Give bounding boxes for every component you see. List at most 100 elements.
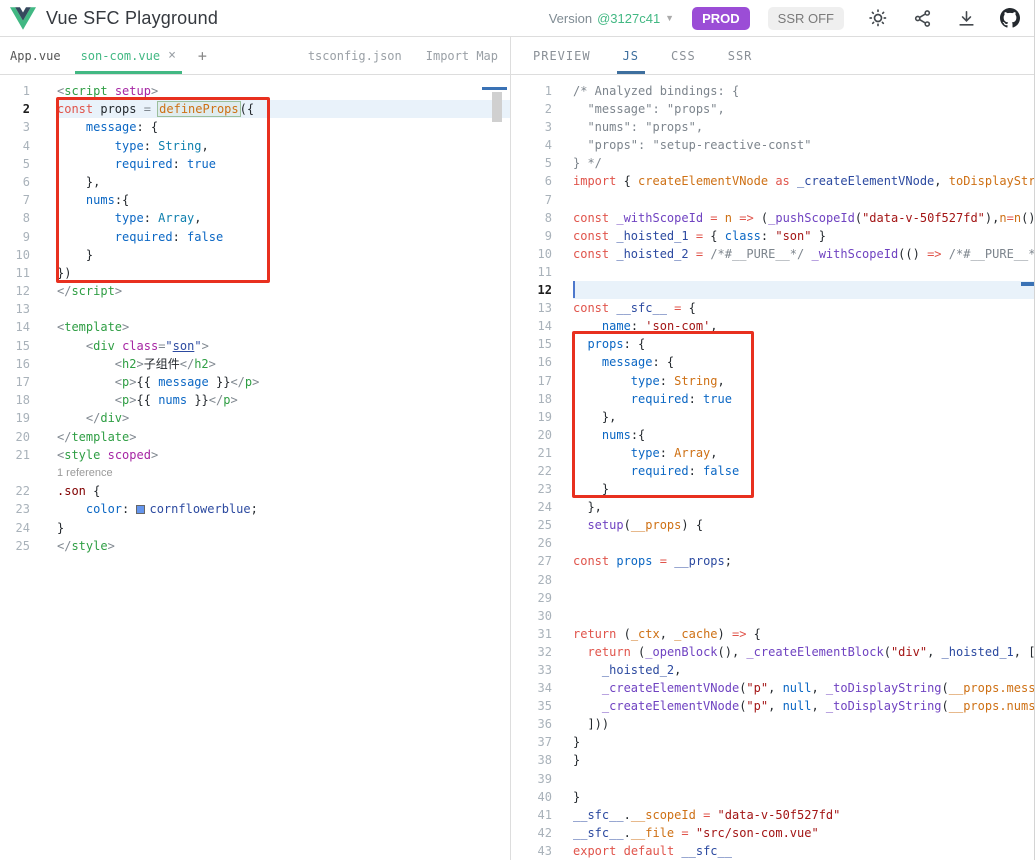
code-line[interactable]: 8 const _withScopeId = n => (_pushScopeId… [511,209,1034,227]
code-line[interactable]: 23 } [511,480,1034,498]
code-line[interactable]: 4 "props": "setup-reactive-const" [511,136,1034,154]
code-line[interactable]: 26 [511,534,1034,552]
code-line[interactable]: 1 /* Analyzed bindings: { [511,82,1034,100]
code-line[interactable]: 7 [511,191,1034,209]
code-line[interactable]: 34 _createElementVNode ("p", null, _toDis… [511,679,1034,697]
code-line[interactable]: 38} [511,751,1034,769]
download-button[interactable] [956,8,976,28]
code-lens[interactable]: 1 reference [0,464,510,482]
code-text: setup(__props) { [573,516,1034,534]
code-line[interactable]: 25 </style> [0,537,510,555]
code-line[interactable]: 35 _createElementVNode ("p", null, _toDis… [511,697,1034,715]
scrollbar-slider[interactable] [492,92,502,122]
compiled-js-editor[interactable]: 1 /* Analyzed bindings: {2 "message": "pr… [511,75,1034,860]
code-line[interactable]: 20 nums:{ [511,426,1034,444]
code-line[interactable]: 2 const props = defineProps({ [0,100,510,119]
code-token: = [681,825,689,840]
code-line[interactable]: 41 __sfc__.__scopeId = "data-v-50f527fd" [511,806,1034,824]
code-line[interactable]: 31 return (_ctx, _cache) => { [511,625,1034,643]
code-line[interactable]: 24 }, [511,498,1034,516]
code-token: } [573,482,610,497]
code-line[interactable]: 12 </script> [0,282,510,300]
code-line[interactable]: 6 }, [0,173,510,191]
source-editor[interactable]: 1 <script setup> 2 const props = defineProp… [0,75,510,860]
code-line[interactable]: 30 [511,607,1034,625]
code-line[interactable]: 10 const _hoisted_2 = /*#__PURE__*/ _with… [511,245,1034,263]
code-line[interactable]: 19 }, [511,408,1034,426]
code-line[interactable]: 10 } [0,246,510,264]
code-line[interactable]: 4 type: String, [0,137,510,155]
code-line[interactable]: 25 setup(__props) { [511,516,1034,534]
code-line[interactable]: 2 "message": "props", [511,100,1034,118]
version-dropdown[interactable]: Version @3127c41 ▼ [549,11,674,26]
file-tab-son-com-vue[interactable]: son-com.vue × [71,37,186,74]
tab-tsconfig-json[interactable]: tsconfig.json [296,37,414,74]
code-line[interactable]: 28 [511,571,1034,589]
code-line[interactable]: 12 [511,281,1034,300]
code-line[interactable]: 22 required: false [511,462,1034,480]
code-line[interactable]: 16 <h2>子组件</h2> [0,355,510,373]
code-token: ), [984,210,1000,225]
code-line[interactable]: 36 ])) [511,715,1034,733]
code-line[interactable]: 17 <p>{{ message }}</p> [0,373,510,391]
code-line[interactable]: 8 type: Array, [0,209,510,227]
code-line[interactable]: 20 </template> [0,428,510,446]
code-line[interactable]: 29 [511,589,1034,607]
code-line[interactable]: 15 <div class="son"> [0,337,510,355]
tab-js[interactable]: JS [611,37,651,74]
code-line[interactable]: 17 type: String, [511,372,1034,390]
code-line[interactable]: 37} [511,733,1034,751]
github-link[interactable] [1000,8,1020,28]
code-line[interactable]: 5 required: true [0,155,510,173]
code-line[interactable]: 6 import { createElementVNode as _createE… [511,172,1034,190]
code-line[interactable]: 39 [511,770,1034,788]
add-file-button[interactable]: + [186,37,219,74]
code-line[interactable]: 7 nums:{ [0,191,510,209]
share-button[interactable] [912,8,932,28]
code-line[interactable]: 5} */ [511,154,1034,172]
code-line[interactable]: 15 props: { [511,335,1034,353]
code-line[interactable]: 43 export default __sfc__ [511,842,1034,860]
code-line[interactable]: 22 .son { [0,482,510,500]
code-line[interactable]: 3 message: { [0,118,510,136]
code-line[interactable]: 23 color: cornflowerblue; [0,500,510,518]
theme-toggle-button[interactable] [868,8,888,28]
code-line[interactable]: 27 const props = __props; [511,552,1034,570]
code-line[interactable]: 16 message: { [511,353,1034,371]
secondary-tabs: tsconfig.json Import Map [296,37,510,74]
code-line[interactable]: 1 <script setup> [0,82,510,100]
color-swatch[interactable] [136,505,146,515]
code-line[interactable]: 14 <template> [0,318,510,336]
code-line[interactable]: 11}) [0,264,510,282]
code-line[interactable]: 24} [0,519,510,537]
code-line[interactable]: 42 __sfc__.__file = "src/son-com.vue" [511,824,1034,842]
code-line[interactable]: 19 </div> [0,409,510,427]
code-line[interactable]: 18 required: true [511,390,1034,408]
ssr-toggle[interactable]: SSR OFF [767,6,844,30]
code-line[interactable]: 14 __name: 'son-com', [511,317,1034,335]
code-line[interactable]: 3 "nums": "props", [511,118,1034,136]
code-line[interactable]: 32 return (_openBlock(), _createElementB… [511,643,1034,661]
file-tab-app-vue[interactable]: App.vue [0,37,71,74]
tab-import-map[interactable]: Import Map [414,37,510,74]
code-line[interactable]: 11 [511,263,1034,281]
code-token: : [659,373,675,388]
code-line[interactable]: 9 const _hoisted_1 = { class: "son" } [511,227,1034,245]
code-line[interactable]: 18 <p>{{ nums }}</p> [0,391,510,409]
close-icon[interactable]: × [168,48,176,63]
prod-toggle[interactable]: PROD [692,6,750,30]
code-text: .son { [57,482,510,500]
code-line[interactable]: 13 [0,300,510,318]
code-line[interactable]: 9 required: false [0,228,510,246]
code-line[interactable]: 13 const __sfc__ = { [511,299,1034,317]
tab-ssr[interactable]: SSR [716,37,765,74]
line-number: 2 [544,102,552,117]
tab-preview[interactable]: PREVIEW [521,37,603,74]
code-line[interactable]: 33 _hoisted_2, [511,661,1034,679]
code-line[interactable]: 21 type: Array, [511,444,1034,462]
code-line[interactable]: 40} [511,788,1034,806]
code-line[interactable]: 21 <style scoped> [0,446,510,464]
tab-css[interactable]: CSS [659,37,708,74]
